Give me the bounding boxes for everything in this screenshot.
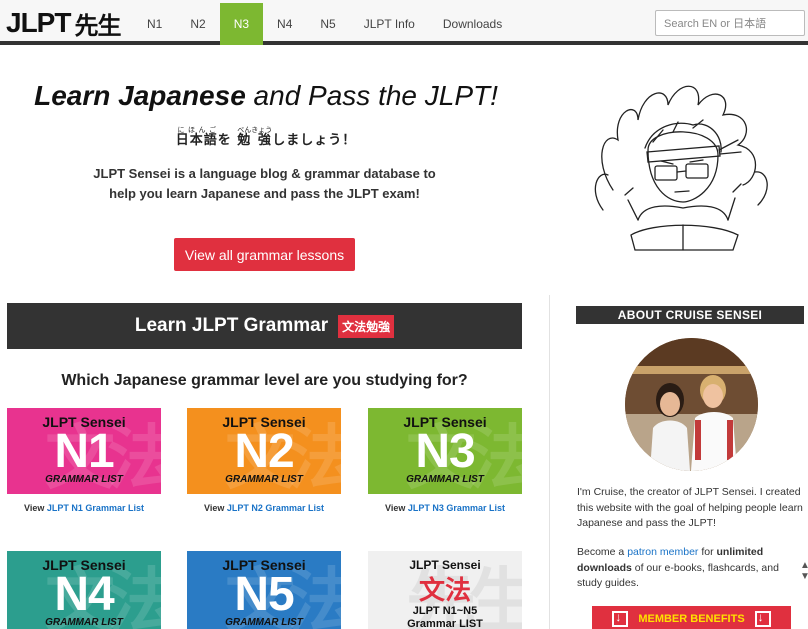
download-icon <box>612 610 629 627</box>
logo-kanji: 先生 <box>74 11 121 40</box>
nav-menu: N1 N2 N3 N4 N5 JLPT Info Downloads <box>133 3 516 45</box>
grammar-card-all[interactable]: 先生 JLPT Sensei 文法 JLPT N1~N5 Grammar LIS… <box>368 551 522 629</box>
card-list-label: GRAMMAR LIST <box>45 617 123 628</box>
card-list-label: GRAMMAR LIST <box>45 474 123 485</box>
card-link-prefix: View <box>204 503 225 513</box>
grammar-card-n2[interactable]: 文法 JLPT Sensei N2 GRAMMAR LIST <box>187 408 341 494</box>
card-link-n3: View JLPT N3 Grammar List <box>368 503 522 513</box>
grammar-card-n3[interactable]: 文法 JLPT Sensei N3 GRAMMAR LIST <box>368 408 522 494</box>
about-text-part: for <box>698 546 717 558</box>
member-benefits-label: MEMBER BENEFITS <box>638 613 745 625</box>
about-membership-text: Become a patron member for unlimited dow… <box>577 545 803 592</box>
card-level: N3 <box>415 425 475 478</box>
nav-item-n4[interactable]: N4 <box>263 3 306 45</box>
card-link-n2: View JLPT N2 Grammar List <box>187 503 341 513</box>
hero-title: Learn Japanese and Pass the JLPT! <box>0 80 532 112</box>
card-link-n1: View JLPT N1 Grammar List <box>7 503 161 513</box>
card-link-prefix: View <box>24 503 45 513</box>
hero-title-rest: and Pass the JLPT! <box>253 80 498 111</box>
grammar-card-n5[interactable]: 文法 JLPT Sensei N5 GRAMMAR LIST <box>187 551 341 629</box>
card-level: N5 <box>234 568 294 621</box>
grammar-list-link[interactable]: JLPT N2 Grammar List <box>227 503 324 513</box>
nav-item-n1[interactable]: N1 <box>133 3 176 45</box>
grammar-card-n1[interactable]: 文法 JLPT Sensei N1 GRAMMAR LIST <box>7 408 161 494</box>
subtitle-part: しましょう！ <box>272 133 356 148</box>
card-list-label: GRAMMAR LIST <box>225 474 303 485</box>
card-link-prefix: View <box>385 503 406 513</box>
subtitle-part: 勉べん <box>237 126 252 148</box>
nav-item-downloads[interactable]: Downloads <box>429 3 516 45</box>
card-subtitle-2: Grammar LIST <box>407 618 483 629</box>
subtitle-part: を <box>218 133 238 148</box>
hero-description: JLPT Sensei is a language blog & grammar… <box>93 166 436 201</box>
top-nav: JLPT 先生 N1 N2 N3 N4 N5 JLPT Info Downloads Sea… <box>0 0 808 45</box>
furigana: にほんご <box>175 126 218 134</box>
subtitle-part: 日本語にほんご <box>175 126 218 148</box>
card-kanji: 文法 <box>418 576 471 606</box>
search-input[interactable]: Search EN or 日本語 <box>655 10 805 36</box>
card-subtitle: JLPT N1~N5 <box>412 605 478 617</box>
card-level: N1 <box>54 425 114 478</box>
card-list-label: GRAMMAR LIST <box>406 474 484 485</box>
subtitle-text: 勉 <box>237 133 252 148</box>
grammar-banner-tag: 文法勉強 <box>338 314 395 338</box>
grammar-banner-title: Learn JLPT Grammar <box>134 315 329 336</box>
logo-latin: JLPT <box>6 7 71 38</box>
view-grammar-lessons-button[interactable]: View all grammar lessons <box>174 238 355 271</box>
column-divider <box>549 295 550 629</box>
nav-item-jlpt-info[interactable]: JLPT Info <box>350 3 429 45</box>
grammar-list-link[interactable]: JLPT N3 Grammar List <box>408 503 505 513</box>
patron-member-link[interactable]: patron member <box>627 546 698 558</box>
about-heading: ABOUT CRUISE SENSEI <box>576 306 804 324</box>
level-question: Which Japanese grammar level are you stu… <box>61 372 468 389</box>
subtitle-text: を <box>217 133 238 148</box>
subtitle-text: 日本語 <box>175 133 218 148</box>
nav-item-n5[interactable]: N5 <box>306 3 349 45</box>
subtitle-part: 強きょう <box>251 126 273 148</box>
grammar-card-n4[interactable]: 文法 JLPT Sensei N4 GRAMMAR LIST <box>7 551 161 629</box>
grammar-list-link[interactable]: JLPT N1 Grammar List <box>47 503 144 513</box>
about-text: I'm Cruise, the creator of JLPT Sensei. … <box>577 486 803 529</box>
member-benefits-button[interactable]: MEMBER BENEFITS <box>592 606 791 629</box>
card-level: N2 <box>234 425 294 478</box>
grammar-banner: Learn JLPT Grammar 文法勉強 <box>7 303 522 349</box>
nav-item-n2[interactable]: N2 <box>176 3 219 45</box>
search-placeholder: Search EN or 日本語 <box>664 18 767 30</box>
site-logo[interactable]: JLPT 先生 <box>6 4 121 42</box>
hero-japanese-subtitle: 日本語にほんごを 勉べん 強きょうしましょう！ <box>0 126 532 148</box>
student-illustration <box>594 85 768 251</box>
card-list-label: GRAMMAR LIST <box>225 617 303 628</box>
card-level: N4 <box>54 568 114 621</box>
hero-title-bold: Learn Japanese <box>34 80 246 111</box>
subtitle-text: 強 <box>251 133 273 148</box>
subtitle-text: しましょう！ <box>272 133 357 148</box>
download-icon <box>754 610 771 627</box>
about-text-part: Become a <box>577 546 628 558</box>
avatar <box>625 338 758 471</box>
furigana: きょう <box>251 126 273 134</box>
furigana: べん <box>237 126 252 134</box>
scroll-arrow-icon[interactable]: ▲ ▼ <box>800 560 808 582</box>
nav-item-n3[interactable]: N3 <box>219 3 264 45</box>
